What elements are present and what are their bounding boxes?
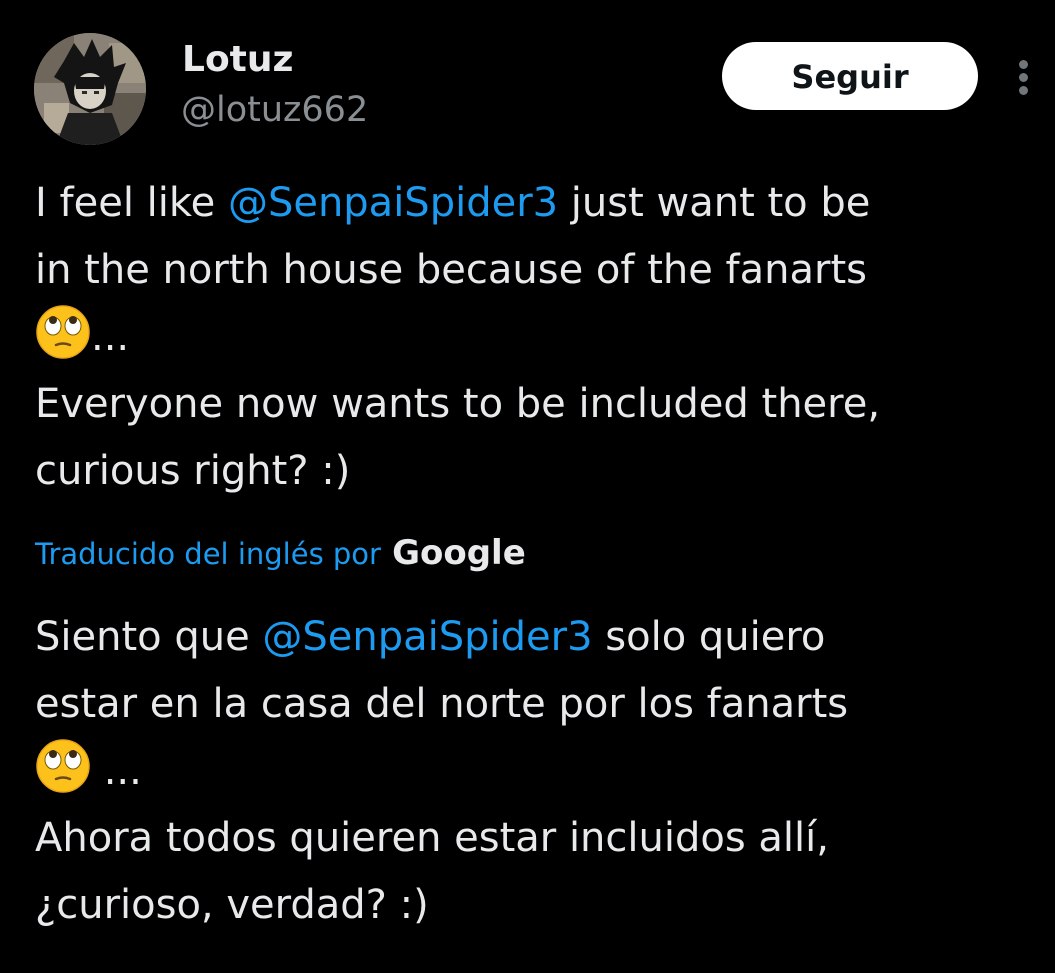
more-vertical-icon-dot bbox=[1019, 86, 1028, 95]
tweet-text-fragment: ... bbox=[91, 314, 130, 360]
translated-text-fragment: solo quiero bbox=[592, 614, 826, 660]
tweet-line-3: ... bbox=[35, 304, 1035, 371]
face-with-rolling-eyes-emoji bbox=[36, 739, 90, 793]
translated-text-fragment: ... bbox=[91, 748, 142, 794]
author-display-name[interactable]: Lotuz bbox=[182, 36, 293, 84]
follow-button[interactable]: Seguir bbox=[722, 42, 978, 110]
tweet-line-5: curious right? :) bbox=[35, 448, 351, 494]
mention-link[interactable]: @SenpaiSpider3 bbox=[228, 180, 558, 226]
translated-line-3: ... bbox=[35, 738, 1035, 805]
translated-text-fragment: Siento que bbox=[35, 614, 263, 660]
more-vertical-icon-dot bbox=[1019, 73, 1028, 82]
translated-line-5: ¿curioso, verdad? :) bbox=[35, 882, 429, 928]
face-with-rolling-eyes-emoji bbox=[36, 305, 90, 359]
tweet-text-fragment: I feel like bbox=[35, 180, 228, 226]
translated-line-1: Siento que @SenpaiSpider3 solo quiero bbox=[35, 604, 1035, 671]
tweet-text-fragment: just want to be bbox=[558, 180, 871, 226]
more-vertical-icon bbox=[1019, 60, 1028, 69]
translated-text: Siento que @SenpaiSpider3 solo quiero es… bbox=[35, 604, 1035, 939]
translated-by-link[interactable]: Traducido del inglés por bbox=[35, 537, 381, 571]
tweet-line-2: in the north house because of the fanart… bbox=[35, 247, 867, 293]
translated-line-2: estar en la casa del norte por los fanar… bbox=[35, 681, 849, 727]
mention-link[interactable]: @SenpaiSpider3 bbox=[262, 614, 592, 660]
tweet-line-4: Everyone now wants to be included there, bbox=[35, 381, 881, 427]
author-handle[interactable]: @lotuz662 bbox=[181, 86, 368, 134]
translation-attribution: Traducido del inglés por Google bbox=[35, 530, 526, 576]
google-logo: Google bbox=[392, 533, 526, 573]
more-options-button[interactable] bbox=[1012, 56, 1036, 98]
avatar[interactable] bbox=[34, 33, 146, 145]
tweet-text: I feel like @SenpaiSpider3 just want to … bbox=[35, 170, 1035, 505]
tweet-line-1: I feel like @SenpaiSpider3 just want to … bbox=[35, 170, 1035, 237]
translated-line-4: Ahora todos quieren estar incluidos allí… bbox=[35, 815, 829, 861]
